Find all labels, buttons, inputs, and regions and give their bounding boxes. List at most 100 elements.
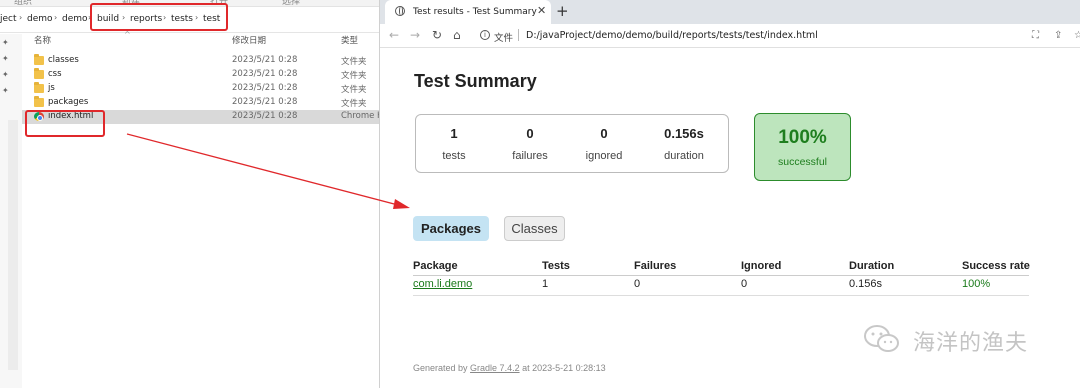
back-arrow-icon[interactable]: ← [389,28,399,42]
file-row[interactable]: classes 2023/5/21 0:28 文件夹 [22,54,379,68]
close-icon[interactable]: ✕ [537,4,546,17]
table-header-tests: Tests [542,260,570,272]
chevron-right-icon: › [19,13,23,22]
table-row-divider [413,295,1029,296]
folder-icon [34,96,44,107]
pin-icon: ✦ [2,38,9,47]
browser-window: Test results - Test Summary ✕ + ← → ↻ ⌂ … [380,0,1080,388]
file-type: 文件夹 [341,99,367,109]
folder-icon [34,68,44,79]
new-tab-plus-icon[interactable]: + [556,2,569,20]
success-rate-box: 100% successful [754,113,851,181]
file-date: 2023/5/21 0:28 [232,97,298,107]
bookmark-icon[interactable]: ☆ [1074,30,1080,41]
stat-label: failures [512,150,548,162]
forward-arrow-icon[interactable]: → [410,28,420,42]
translate-icon[interactable]: ⛶ [1032,30,1039,41]
stat-label: duration [664,150,704,162]
protocol-label: 文件 [494,33,514,44]
cell-duration: 0.156s [849,278,883,290]
stat-duration: 0.156s duration [648,126,720,162]
chevron-right-icon: › [54,13,58,22]
summary-box: 1 tests 0 failures 0 ignored 0.156s dura… [415,114,729,173]
stat-value: 0 [600,126,608,141]
tab-title: Test results - Test Summary [413,7,537,17]
address-divider [518,29,519,41]
tab-packages[interactable]: Packages [413,216,489,241]
pin-icon: ✦ [2,54,9,63]
stat-value: 0.156s [664,126,704,141]
sort-ascending-icon: ^ [124,30,131,39]
file-highlight-box [25,110,105,137]
browser-toolbar: ← → ↻ ⌂ i 文件 D:/javaProject/demo/demo/bu… [380,24,1080,48]
success-label: successful [777,156,828,168]
home-icon[interactable]: ⌂ [453,28,461,42]
stat-label: ignored [585,150,623,162]
stat-failures: 0 failures [494,126,566,162]
report-footer: Generated by Gradle 7.4.2 at 2023-5-21 0… [413,363,606,373]
nav-pane-scrollbar[interactable] [8,120,18,370]
file-name: css [48,69,62,79]
file-type: Chrome H [341,111,380,121]
file-row[interactable]: css 2023/5/21 0:28 文件夹 [22,68,379,82]
breadcrumb-item[interactable]: demo [27,14,53,24]
file-row[interactable]: js 2023/5/21 0:28 文件夹 [22,82,379,96]
success-percent: 100% [778,127,827,148]
report-page: Test Summary 1 tests 0 failures 0 ignore… [380,49,1080,388]
watermark: 海洋的渔夫 [863,321,1053,357]
cell-ignored: 0 [741,278,748,290]
file-name: classes [48,55,79,65]
stat-tests: 1 tests [418,126,490,162]
folder-icon [34,54,44,65]
file-name: packages [48,97,89,107]
column-header-type[interactable]: 类型 [341,34,358,52]
package-link[interactable]: com.li.demo [413,278,472,290]
file-type: 文件夹 [341,85,367,95]
file-type: 文件夹 [341,57,367,67]
table-header-success-rate: Success rate [962,260,1030,272]
column-header-name[interactable]: 名称 [34,34,51,52]
tab-classes[interactable]: Classes [504,216,565,241]
breadcrumb-item[interactable]: demo [62,14,88,24]
footer-suffix: at 2023-5-21 0:28:13 [519,363,606,373]
ribbon-select[interactable]: 选择 [282,0,300,7]
stat-value: 0 [526,126,534,141]
footer-prefix: Generated by [413,363,471,373]
stat-label: tests [442,150,466,162]
gradle-link[interactable]: Gradle 7.4.2 [470,363,520,373]
breadcrumb-item[interactable]: ject [0,14,17,24]
file-date: 2023/5/21 0:28 [232,83,298,93]
ribbon-organize[interactable]: 组织 [14,0,32,7]
file-row[interactable]: packages 2023/5/21 0:28 文件夹 [22,96,379,110]
table-header-ignored: Ignored [741,260,782,272]
table-header-divider [413,275,1029,276]
breadcrumb-highlight-box [90,3,228,31]
stat-ignored: 0 ignored [568,126,640,162]
pin-icon: ✦ [2,86,9,95]
stat-value: 1 [450,126,458,141]
pin-icon: ✦ [2,70,9,79]
share-icon[interactable]: ⇪ [1054,30,1062,41]
cell-failures: 0 [634,278,641,290]
browser-tab[interactable]: Test results - Test Summary ✕ [385,0,551,24]
table-header-duration: Duration [849,260,895,272]
table-header-package: Package [413,260,458,272]
info-icon[interactable]: i [480,30,490,40]
cell-success-rate: 100% [962,278,991,290]
address-bar-url[interactable]: D:/javaProject/demo/demo/build/reports/t… [526,30,818,41]
file-date: 2023/5/21 0:28 [232,69,298,79]
table-header-failures: Failures [634,260,677,272]
file-date: 2023/5/21 0:28 [232,55,298,65]
file-explorer-window: 组织 新建 打开 选择 ject › demo › demo › build ›… [0,0,380,388]
browser-tab-strip: Test results - Test Summary ✕ + [380,0,1080,24]
page-title: Test Summary [414,71,537,91]
file-type: 文件夹 [341,71,367,81]
file-name: js [48,83,55,93]
wechat-logo-icon [864,325,899,352]
file-date: 2023/5/21 0:28 [232,111,298,121]
column-header-date[interactable]: 修改日期 [232,34,266,52]
folder-icon [34,82,44,93]
watermark-text: 海洋的渔夫 [913,331,1029,356]
reload-icon[interactable]: ↻ [432,28,442,42]
globe-icon [395,6,405,16]
